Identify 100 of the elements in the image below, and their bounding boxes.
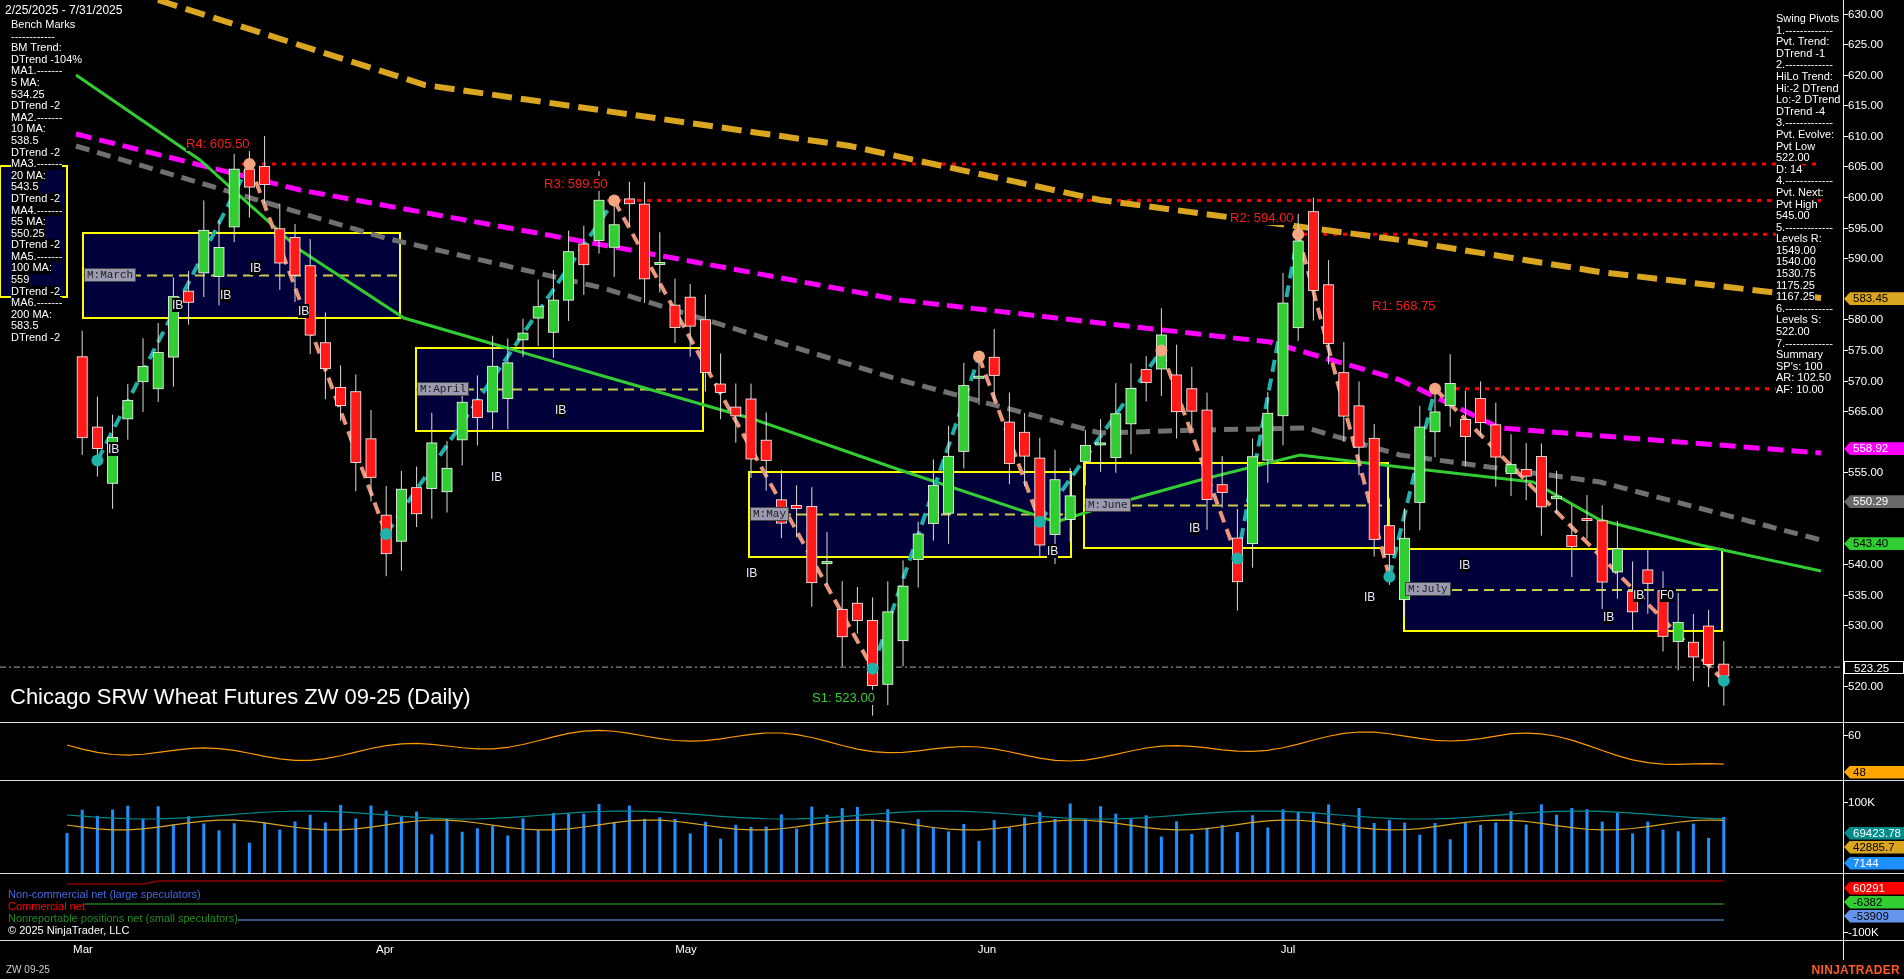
swing-pivot-text: 522.00 <box>1776 152 1810 164</box>
candlestick <box>791 484 802 538</box>
benchmark-text: MA1.------- <box>11 65 63 77</box>
bar-label: IB <box>108 442 120 456</box>
benchmark-text: 100 MA: <box>11 262 52 275</box>
bar-label: IB <box>1459 558 1471 572</box>
pivot-dot <box>380 528 393 541</box>
instrument-label: ZW 09-25 <box>6 964 50 975</box>
pivot-level-label: R2: 594.00 <box>1230 210 1294 225</box>
swing-pivot-text: 545.00 <box>1776 210 1810 222</box>
bar-label: IB <box>1364 590 1376 604</box>
candlestick <box>122 383 134 441</box>
price-badge: -6382 <box>1844 895 1904 909</box>
benchmark-text: 10 MA: <box>11 123 46 135</box>
benchmark-text: BM Trend: <box>11 42 62 54</box>
candlestick <box>1688 613 1699 682</box>
swing-pivot-text: Lo:-2 DTrend <box>1776 94 1841 106</box>
legend-label: Nonreportable positions net (small speculators) <box>8 912 238 924</box>
bar-label: IB <box>1189 521 1201 535</box>
bar-label: IB <box>1603 610 1615 624</box>
bar-label: IB <box>555 403 567 417</box>
swing-pivot-text: 5.------------- <box>1776 221 1833 234</box>
candlestick <box>821 531 833 586</box>
swing-pivot-text: 4.------------- <box>1776 175 1833 187</box>
benchmark-text: DTrend -2 <box>11 332 61 344</box>
pivot-dot <box>608 194 621 207</box>
candlestick <box>1551 470 1562 515</box>
candlestick <box>259 135 270 204</box>
candlestick <box>1642 549 1654 615</box>
price-badge: 42885.7 <box>1844 840 1904 854</box>
price-badge: 60291 <box>1844 881 1904 895</box>
pivot-dot <box>243 157 256 170</box>
bar-label: IB <box>1047 544 1059 558</box>
bar-label: IB <box>250 261 262 275</box>
candlestick <box>1080 429 1091 486</box>
swing-pivot-text: Summary <box>1776 349 1824 361</box>
candlestick <box>852 586 863 635</box>
month-box-label: M:July <box>1405 582 1451 596</box>
benchmark-text: 55 MA: <box>11 216 46 228</box>
bar-label: IB <box>1633 588 1645 602</box>
swing-pivot-text: 2.------------- <box>1776 59 1833 71</box>
legend-label: Non-commercial net (large speculators) <box>8 888 201 900</box>
candlestick <box>654 231 666 293</box>
candlestick <box>973 359 985 406</box>
candlestick <box>578 225 590 296</box>
logo-text: NINJATRADER <box>1811 962 1900 977</box>
candlestick <box>1216 455 1228 509</box>
candlestick <box>624 181 635 227</box>
swing-pivot-text: AF: 10.00 <box>1776 384 1824 396</box>
candlestick <box>183 270 194 326</box>
candlestick <box>472 374 483 446</box>
pivot-dot <box>1033 515 1046 528</box>
bar-label: IB <box>220 288 232 302</box>
benchmark-text: DTrend -2 <box>11 239 61 251</box>
price-badge: 48 <box>1844 765 1904 779</box>
candlestick <box>1505 433 1517 497</box>
candlestick <box>1186 366 1198 431</box>
swing-pivot-text: Swing Pivots <box>1776 13 1839 25</box>
pivot-dot <box>1717 674 1730 687</box>
legend-label: Commercial net <box>8 900 86 912</box>
time-axis-label: Mar <box>73 943 93 955</box>
candlestick <box>715 353 726 420</box>
benchmark-text: DTrend -2 <box>11 100 61 112</box>
candlestick <box>1520 442 1532 501</box>
candlestick <box>1581 494 1593 540</box>
pivot-dot <box>1155 344 1168 357</box>
pivot-dot <box>91 454 104 467</box>
candlestick <box>669 278 681 344</box>
benchmark-text: MA6.------- <box>11 297 63 309</box>
pivot-level-label: R1: 568.75 <box>1372 298 1436 313</box>
time-axis-label: Apr <box>376 943 394 955</box>
time-axis-label: Jul <box>1280 943 1296 955</box>
swing-pivot-text: Levels R: <box>1776 233 1822 245</box>
candlestick <box>730 383 742 444</box>
benchmark-text: DTrend -2 <box>11 146 61 159</box>
swing-pivot-text: 3.------------- <box>1776 117 1833 129</box>
pivot-dot <box>1231 552 1244 565</box>
chart-title: Chicago SRW Wheat Futures ZW 09-25 (Daily) <box>10 684 471 710</box>
swing-pivot-text: 7.------------- <box>1776 337 1833 350</box>
candlestick <box>335 364 346 422</box>
price-badge: 69423.78 <box>1844 826 1904 840</box>
bar-label: IB <box>746 566 758 580</box>
candlestick <box>411 466 422 528</box>
time-axis-label: Jun <box>977 943 997 955</box>
pivot-dot <box>1383 570 1396 583</box>
bar-label: IB <box>298 304 310 318</box>
candlestick <box>517 318 529 358</box>
pivot-level-label: S1: 523.00 <box>812 690 875 705</box>
benchmark-text: MA3.------- <box>11 158 63 170</box>
benchmark-text: Bench Marks <box>11 19 76 31</box>
price-badge: 7144 <box>1844 856 1904 870</box>
bar-label: IB <box>491 470 503 484</box>
swing-pivot-text: AR: 102.50 <box>1776 372 1832 384</box>
price-badge: 558.92 <box>1844 442 1904 456</box>
bar-label: F0 <box>1660 588 1674 602</box>
benchmark-text: 559 <box>11 274 30 286</box>
pivot-level-label: R4: 605.50 <box>186 136 250 151</box>
price-badge: 550.29 <box>1844 495 1904 509</box>
pivot-dot <box>1429 382 1441 395</box>
candlestick <box>1140 355 1152 402</box>
